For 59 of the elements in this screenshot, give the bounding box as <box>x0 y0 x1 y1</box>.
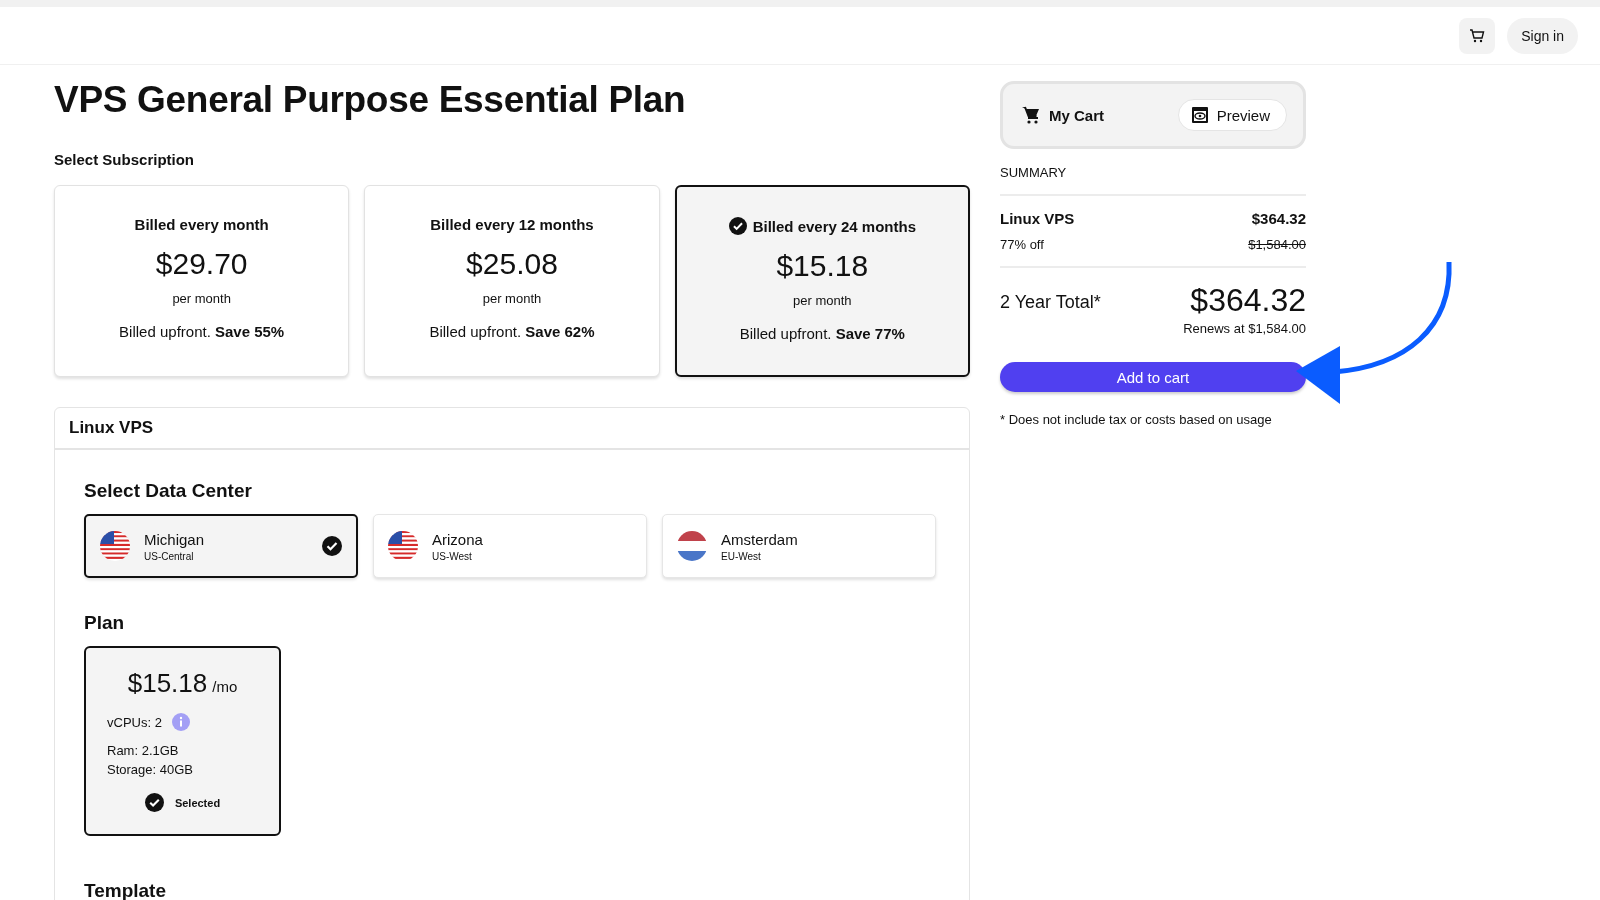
cart-title: My Cart <box>1049 106 1104 124</box>
savings-note: Billed upfront. Save 55% <box>119 323 285 340</box>
data-center-option[interactable]: Michigan US-Central <box>84 514 358 578</box>
data-center-option[interactable]: Arizona US-West <box>373 514 647 578</box>
section-heading: Select Data Center <box>84 480 253 502</box>
data-center-region: US-Central <box>144 550 195 562</box>
subscription-card[interactable]: Billed every month $29.70 per month Billed upfront. Save 55% <box>54 185 350 377</box>
section-heading: Plan <box>84 612 126 634</box>
price: $29.70 <box>155 247 248 281</box>
total-price: $364.32 <box>1189 282 1306 319</box>
total-label: 2 Year Total* <box>1000 292 1101 313</box>
data-center-region: EU-West <box>721 550 762 562</box>
vcpu-spec: vCPUs: 2 <box>107 714 162 730</box>
renewal-note: Renews at $1,584.00 <box>1183 321 1306 336</box>
footnote: * Does not include tax or costs based on usage <box>1000 412 1273 427</box>
data-center-option[interactable]: Amsterdam EU-West <box>662 514 936 578</box>
data-center-region: US-West <box>432 550 473 562</box>
plan-price: $15.18 <box>127 668 208 699</box>
flag-icon <box>388 531 418 561</box>
plan-card[interactable]: $15.18 /mo vCPUs: 2 Ram: 2.1GB Storage: 40GB Selected <box>84 646 281 836</box>
cart-icon <box>1021 105 1041 125</box>
add-to-cart-button[interactable]: Add to cart <box>1000 362 1306 392</box>
preview-button[interactable]: Preview <box>1177 99 1287 131</box>
cart-icon <box>1469 27 1486 44</box>
check-icon <box>144 793 164 812</box>
subscription-card[interactable]: Billed every 12 months $25.08 per month Billed upfront. Save 62% <box>364 185 660 377</box>
check-icon <box>728 217 747 235</box>
plan-status: Selected <box>174 796 221 809</box>
savings-note: Billed upfront. Save 77% <box>739 325 905 342</box>
price-period: per month <box>172 291 231 306</box>
price-unit: /mo <box>212 678 238 695</box>
ram-spec: Ram: 2.1GB <box>107 743 180 758</box>
flag-icon <box>100 531 130 561</box>
data-center-name: Arizona <box>432 530 484 548</box>
billing-label: Billed every 24 months <box>752 217 917 235</box>
cart-button[interactable] <box>1459 17 1496 54</box>
storage-spec: Storage: 40GB <box>107 762 194 777</box>
data-center-name: Amsterdam <box>721 530 799 548</box>
section-heading: Select Subscription <box>54 151 196 168</box>
eye-icon <box>1190 106 1209 124</box>
original-price: $1,584.00 <box>1248 237 1306 252</box>
item-price: $364.32 <box>1251 210 1306 227</box>
summary-heading: SUMMARY <box>1000 165 1068 180</box>
billing-label: Billed every 12 months <box>430 216 594 233</box>
price: $25.08 <box>466 247 558 281</box>
billing-label: Billed every month <box>134 216 269 233</box>
sign-in-button[interactable]: Sign in <box>1507 17 1578 54</box>
savings-note: Billed upfront. Save 62% <box>429 323 595 340</box>
subscription-card[interactable]: Billed every 24 months $15.18 per month Billed upfront. Save 77% <box>674 185 970 377</box>
flag-icon <box>677 531 707 561</box>
item-name: Linux VPS <box>1000 210 1075 227</box>
price-period: per month <box>793 293 852 308</box>
data-center-name: Michigan <box>144 530 206 548</box>
page-title: VPS General Purpose Essential Plan <box>54 79 687 121</box>
check-icon <box>322 536 342 556</box>
panel-title: Linux VPS <box>55 408 969 450</box>
discount-label: 77% off <box>1000 237 1044 252</box>
price: $15.18 <box>776 249 869 283</box>
price-period: per month <box>482 291 542 306</box>
